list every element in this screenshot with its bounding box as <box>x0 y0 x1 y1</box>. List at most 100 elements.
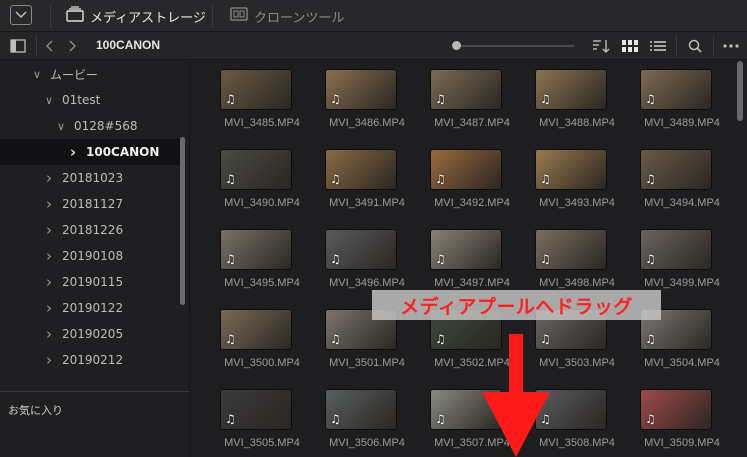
sidebar-item[interactable]: › 20190205 <box>0 321 180 347</box>
chevron-right-icon[interactable]: › <box>42 195 56 213</box>
sidebar-item[interactable]: › 20190212 <box>0 347 180 373</box>
arrow-down-icon <box>482 334 550 457</box>
media-clip[interactable]: ♫ MVI_3506.MP4 <box>315 389 419 457</box>
clip-name: MVI_3486.MP4 <box>329 117 405 129</box>
sort-icon[interactable] <box>588 32 614 60</box>
sidebar-item[interactable]: › 20190108 <box>0 243 180 269</box>
clip-thumbnail[interactable]: ♫ <box>640 149 712 190</box>
clip-name: MVI_3500.MP4 <box>224 357 300 369</box>
search-icon[interactable] <box>682 32 708 60</box>
media-clip[interactable]: ♫ MVI_3491.MP4 <box>315 149 419 229</box>
panel-toggle-icon[interactable] <box>10 5 32 25</box>
media-clip[interactable]: ♫ MVI_3492.MP4 <box>420 149 524 229</box>
list-view-icon[interactable] <box>645 32 671 60</box>
media-clip[interactable]: ♫ MVI_3500.MP4 <box>210 309 314 389</box>
favorites-label: お気に入り <box>8 404 63 417</box>
sidebar-toggle-icon[interactable] <box>6 32 30 60</box>
clip-thumbnail[interactable]: ♫ <box>325 389 397 430</box>
clip-name: MVI_3492.MP4 <box>434 197 510 209</box>
sidebar-item[interactable]: › 20181226 <box>0 217 180 243</box>
sidebar-scrollbar[interactable] <box>180 137 185 305</box>
sidebar-item[interactable]: › 100CANON <box>0 139 180 165</box>
media-clip[interactable]: ♫ MVI_3505.MP4 <box>210 389 314 457</box>
sidebar-item-label: 01test <box>62 93 101 107</box>
media-clip[interactable]: ♫ MVI_3493.MP4 <box>525 149 629 229</box>
media-clip[interactable]: ♫ MVI_3487.MP4 <box>420 69 524 149</box>
media-clip[interactable]: ♫ MVI_3501.MP4 <box>315 309 419 389</box>
thumbnail-size-slider-track[interactable] <box>456 45 574 47</box>
sidebar-item[interactable]: › 20190122 <box>0 295 180 321</box>
media-clip[interactable]: ♫ MVI_3489.MP4 <box>630 69 734 149</box>
chevron-right-icon[interactable]: › <box>42 221 56 239</box>
media-clip[interactable]: ♫ MVI_3486.MP4 <box>315 69 419 149</box>
grid-scrollbar[interactable] <box>737 61 743 121</box>
media-clip[interactable]: ♫ MVI_3495.MP4 <box>210 229 314 309</box>
chevron-right-icon[interactable]: › <box>42 351 56 369</box>
chevron-down-icon[interactable]: ∨ <box>54 120 68 133</box>
clip-thumbnail[interactable]: ♫ <box>325 149 397 190</box>
clip-thumbnail[interactable]: ♫ <box>220 149 292 190</box>
clip-thumbnail[interactable]: ♫ <box>325 69 397 110</box>
clip-thumbnail[interactable]: ♫ <box>430 149 502 190</box>
sidebar-item[interactable]: › 20181023 <box>0 165 180 191</box>
clip-thumbnail[interactable]: ♫ <box>325 229 397 270</box>
clip-thumbnail[interactable]: ♫ <box>430 229 502 270</box>
sidebar-item-label: 20181226 <box>62 223 124 237</box>
clip-thumbnail[interactable]: ♫ <box>535 69 607 110</box>
chevron-right-icon[interactable]: › <box>66 143 80 161</box>
sidebar-item[interactable]: ∨ 0128#568 <box>0 113 180 139</box>
chevron-right-icon[interactable]: › <box>42 169 56 187</box>
music-note-icon: ♫ <box>435 332 446 346</box>
divider <box>50 4 51 28</box>
clip-thumbnail[interactable]: ♫ <box>220 309 292 350</box>
sidebar-item-label: 20181023 <box>62 171 124 185</box>
media-clip[interactable]: ♫ MVI_3509.MP4 <box>630 389 734 457</box>
divider <box>0 391 190 392</box>
clip-thumbnail[interactable]: ♫ <box>535 229 607 270</box>
clip-thumbnail[interactable]: ♫ <box>220 389 292 430</box>
clip-thumbnail[interactable]: ♫ <box>640 389 712 430</box>
tab-clone-tool[interactable]: クローンツール <box>230 6 344 26</box>
music-note-icon: ♫ <box>540 172 551 186</box>
media-clip[interactable]: ♫ MVI_3494.MP4 <box>630 149 734 229</box>
sidebar-item[interactable]: ∨ 01test <box>0 87 180 113</box>
music-note-icon: ♫ <box>645 172 656 186</box>
clip-thumbnail[interactable]: ♫ <box>430 69 502 110</box>
chevron-down-icon[interactable]: ∨ <box>42 94 56 107</box>
chevron-right-icon[interactable]: › <box>42 273 56 291</box>
clip-thumbnail[interactable]: ♫ <box>220 229 292 270</box>
clip-name: MVI_3487.MP4 <box>434 117 510 129</box>
grid-view-icon[interactable] <box>617 32 643 60</box>
sidebar-item-label: 20190115 <box>62 275 124 289</box>
media-clip[interactable]: ♫ MVI_3490.MP4 <box>210 149 314 229</box>
media-clip[interactable]: ♫ MVI_3504.MP4 <box>630 309 734 389</box>
music-note-icon: ♫ <box>225 412 236 426</box>
clip-name: MVI_3493.MP4 <box>539 197 615 209</box>
clip-name: MVI_3485.MP4 <box>224 117 300 129</box>
sidebar-item[interactable]: › 20181127 <box>0 191 180 217</box>
chevron-down-icon[interactable]: ∨ <box>30 68 44 81</box>
media-clip[interactable]: ♫ MVI_3488.MP4 <box>525 69 629 149</box>
clip-name: MVI_3490.MP4 <box>224 197 300 209</box>
clone-tool-icon <box>230 6 248 26</box>
sidebar-item[interactable]: ∨ ムービー <box>0 61 180 87</box>
more-icon[interactable] <box>718 32 744 60</box>
clip-thumbnail[interactable]: ♫ <box>535 149 607 190</box>
clip-thumbnail[interactable]: ♫ <box>640 69 712 110</box>
media-clip[interactable]: ♫ MVI_3485.MP4 <box>210 69 314 149</box>
media-storage-icon <box>66 6 84 26</box>
sidebar-item[interactable]: › 20190115 <box>0 269 180 295</box>
thumbnail-size-slider-handle[interactable] <box>452 41 461 50</box>
clip-name: MVI_3496.MP4 <box>329 277 405 289</box>
clip-thumbnail[interactable]: ♫ <box>220 69 292 110</box>
clip-name: MVI_3488.MP4 <box>539 117 615 129</box>
clip-name: MVI_3491.MP4 <box>329 197 405 209</box>
forward-icon[interactable] <box>62 32 82 60</box>
back-icon[interactable] <box>40 32 60 60</box>
chevron-right-icon[interactable]: › <box>42 299 56 317</box>
tab-media-storage[interactable]: メディアストレージ <box>66 6 206 26</box>
clip-name: MVI_3506.MP4 <box>329 437 405 449</box>
chevron-right-icon[interactable]: › <box>42 325 56 343</box>
chevron-right-icon[interactable]: › <box>42 247 56 265</box>
clip-thumbnail[interactable]: ♫ <box>640 229 712 270</box>
